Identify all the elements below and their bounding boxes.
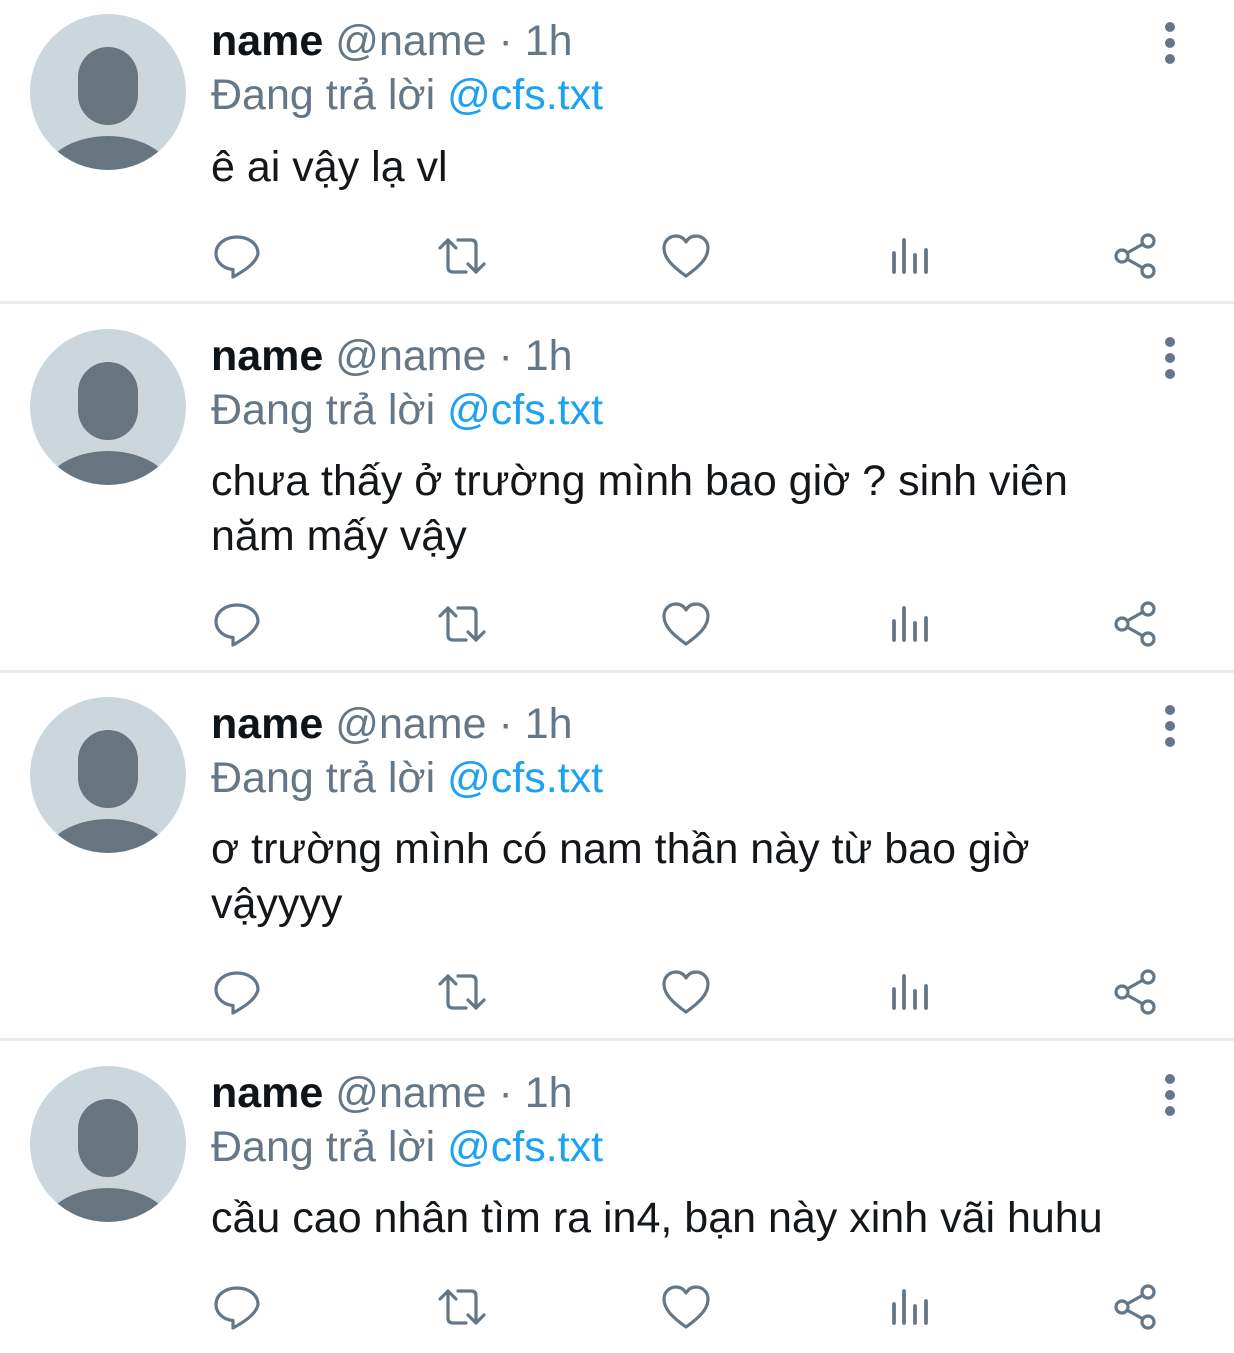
user-handle[interactable]: @name	[335, 332, 486, 380]
heart-icon[interactable]	[661, 599, 711, 649]
tweet-actions	[0, 231, 1234, 281]
default-avatar-icon	[43, 47, 173, 170]
analytics-icon[interactable]	[885, 1282, 935, 1332]
reply-icon[interactable]	[212, 967, 262, 1017]
timestamp[interactable]: 1h	[525, 332, 573, 380]
user-handle[interactable]: @name	[335, 17, 486, 65]
retweet-icon[interactable]	[437, 599, 487, 649]
tweet-header: name @name · 1h	[211, 1068, 573, 1118]
tweet-actions	[0, 1282, 1234, 1332]
reply-mention-link[interactable]: @cfs.txt	[447, 754, 603, 802]
reply-prefix: Đang trả lời	[211, 386, 436, 434]
reply-context: Đang trả lời @cfs.txt	[211, 70, 603, 120]
tweet[interactable]: name @name · 1h Đang trả lời @cfs.txt cầ…	[0, 1041, 1234, 1353]
retweet-icon[interactable]	[437, 1282, 487, 1332]
reply-mention-link[interactable]: @cfs.txt	[447, 386, 603, 434]
reply-context: Đang trả lời @cfs.txt	[211, 753, 603, 803]
tweet[interactable]: name @name · 1h Đang trả lời @cfs.txt ê …	[0, 0, 1234, 301]
avatar[interactable]	[30, 1066, 186, 1222]
reply-icon[interactable]	[212, 1282, 262, 1332]
reply-feed: name @name · 1h Đang trả lời @cfs.txt ê …	[0, 0, 1234, 1353]
tweet-actions	[0, 599, 1234, 649]
heart-icon[interactable]	[661, 967, 711, 1017]
reply-mention-link[interactable]: @cfs.txt	[447, 1123, 603, 1171]
user-handle[interactable]: @name	[335, 700, 486, 748]
tweet-text: ê ai vậy lạ vl	[211, 143, 448, 191]
more-vertical-icon[interactable]	[1155, 20, 1185, 66]
display-name[interactable]: name	[211, 332, 323, 380]
reply-context: Đang trả lời @cfs.txt	[211, 385, 603, 435]
timestamp[interactable]: 1h	[525, 1069, 573, 1117]
timestamp[interactable]: 1h	[525, 700, 573, 748]
tweet-header: name @name · 1h	[211, 16, 573, 66]
reply-mention-link[interactable]: @cfs.txt	[447, 71, 603, 119]
reply-icon[interactable]	[212, 231, 262, 281]
display-name[interactable]: name	[211, 1069, 323, 1117]
separator-dot: ·	[498, 1069, 513, 1117]
heart-icon[interactable]	[661, 1282, 711, 1332]
tweet[interactable]: name @name · 1h Đang trả lời @cfs.txt ch…	[0, 304, 1234, 670]
reply-prefix: Đang trả lời	[211, 71, 436, 119]
display-name[interactable]: name	[211, 700, 323, 748]
reply-icon[interactable]	[212, 599, 262, 649]
share-icon[interactable]	[1110, 1282, 1160, 1332]
analytics-icon[interactable]	[885, 967, 935, 1017]
tweet-text: ơ trường mình có nam thần này từ bao giờ…	[211, 825, 1030, 928]
tweet-text: chưa thấy ở trường mình bao giờ ? sinh v…	[211, 457, 1068, 560]
reply-prefix: Đang trả lời	[211, 1123, 436, 1171]
user-handle[interactable]: @name	[335, 1069, 486, 1117]
more-vertical-icon[interactable]	[1155, 1072, 1185, 1118]
display-name[interactable]: name	[211, 17, 323, 65]
timestamp[interactable]: 1h	[525, 17, 573, 65]
tweet-text: cầu cao nhân tìm ra in4, bạn này xinh vã…	[211, 1194, 1103, 1242]
more-vertical-icon[interactable]	[1155, 703, 1185, 749]
separator-dot: ·	[498, 17, 513, 65]
avatar[interactable]	[30, 14, 186, 170]
tweet-actions	[0, 967, 1234, 1017]
avatar[interactable]	[30, 329, 186, 485]
separator-dot: ·	[498, 700, 513, 748]
tweet-header: name @name · 1h	[211, 331, 573, 381]
tweet-header: name @name · 1h	[211, 699, 573, 749]
share-icon[interactable]	[1110, 231, 1160, 281]
retweet-icon[interactable]	[437, 231, 487, 281]
more-vertical-icon[interactable]	[1155, 335, 1185, 381]
default-avatar-icon	[43, 730, 173, 853]
separator-dot: ·	[498, 332, 513, 380]
avatar[interactable]	[30, 697, 186, 853]
reply-prefix: Đang trả lời	[211, 754, 436, 802]
reply-context: Đang trả lời @cfs.txt	[211, 1122, 603, 1172]
analytics-icon[interactable]	[885, 231, 935, 281]
heart-icon[interactable]	[661, 231, 711, 281]
tweet[interactable]: name @name · 1h Đang trả lời @cfs.txt ơ …	[0, 673, 1234, 1038]
default-avatar-icon	[43, 362, 173, 485]
analytics-icon[interactable]	[885, 599, 935, 649]
share-icon[interactable]	[1110, 967, 1160, 1017]
share-icon[interactable]	[1110, 599, 1160, 649]
retweet-icon[interactable]	[437, 967, 487, 1017]
default-avatar-icon	[43, 1099, 173, 1222]
